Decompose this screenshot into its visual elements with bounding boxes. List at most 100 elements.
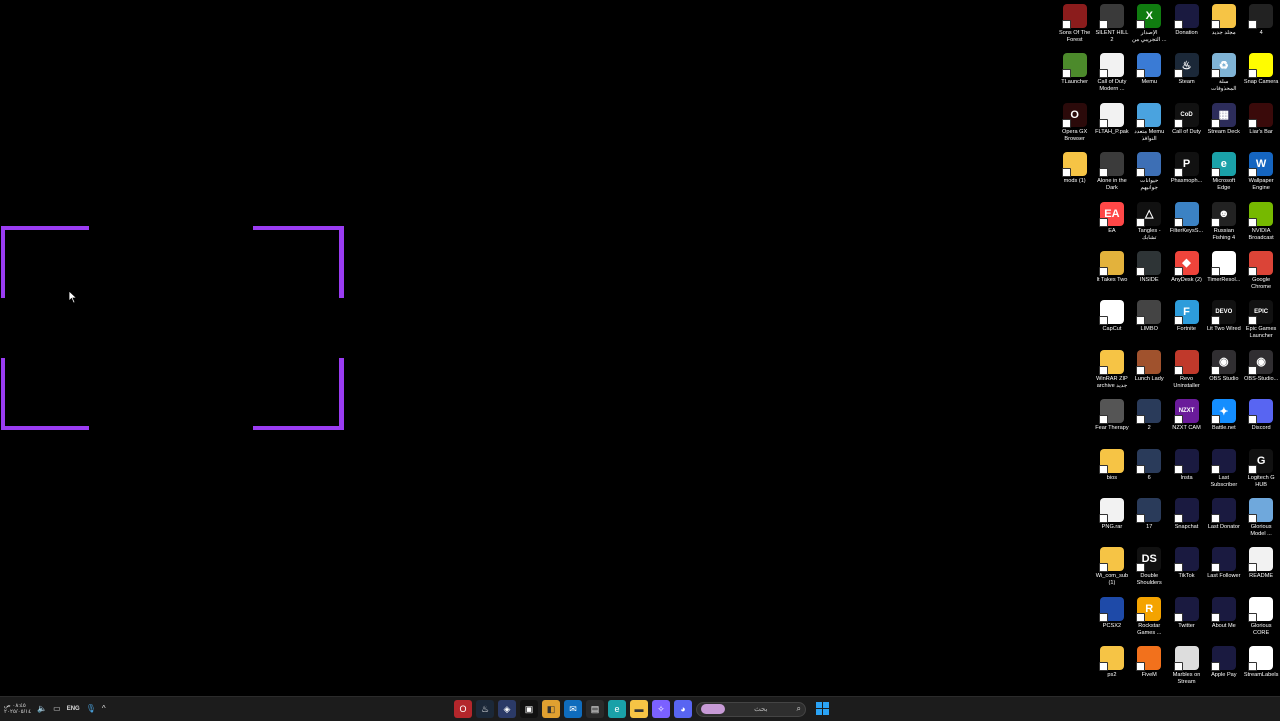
desktop-icon[interactable]: FiveM xyxy=(1131,644,1168,693)
desktop-icon[interactable]: 17 xyxy=(1131,496,1168,545)
desktop-icon[interactable]: PCSX2 xyxy=(1093,595,1130,644)
desktop-icon[interactable]: Last Follower xyxy=(1205,545,1242,594)
desktop-icon[interactable]: X الإصدار التجريبي من ... xyxy=(1131,2,1168,51)
desktop-icon[interactable]: Snapchat xyxy=(1168,496,1205,545)
desktop-icon[interactable]: Lunch Lady xyxy=(1131,348,1168,397)
desktop-icon[interactable]: Sons Of The Forest xyxy=(1056,2,1093,51)
desktop-icon[interactable]: CapCut xyxy=(1093,298,1130,347)
desktop-icon[interactable]: It Takes Two xyxy=(1093,249,1130,298)
desktop-icon[interactable]: ◆ AnyDesk (2) xyxy=(1168,249,1205,298)
desktop-icon[interactable]: CoD Call of Duty xyxy=(1168,101,1205,150)
desktop-icon[interactable]: ◉ OBS Studio xyxy=(1205,348,1242,397)
app-taskbar-icon[interactable]: ◈ xyxy=(498,700,516,718)
desktop-icon[interactable]: EPIC Epic Games Launcher xyxy=(1242,298,1279,347)
desktop-icon[interactable]: ✦ Battle.net xyxy=(1205,397,1242,446)
desktop-icon[interactable]: O Opera GX Browser xyxy=(1056,101,1093,150)
desktop-icon[interactable]: NZXT NZXT CAM xyxy=(1168,397,1205,446)
capcut-icon xyxy=(1098,300,1124,326)
desktop-icon[interactable]: Wi_com_sub (1) xyxy=(1093,545,1130,594)
desktop-icon[interactable]: حيوانات جوانيهم xyxy=(1131,150,1168,199)
desktop-icon[interactable]: Last Subscriber xyxy=(1205,447,1242,496)
desktop-icon[interactable]: StreamLabels xyxy=(1242,644,1279,693)
desktop-icon[interactable]: P Phasmoph... xyxy=(1168,150,1205,199)
desktop-icon[interactable]: Donation xyxy=(1168,2,1205,51)
desktop-icon[interactable]: DS Double Shoulders xyxy=(1131,545,1168,594)
desktop-icon[interactable]: F Fortnite xyxy=(1168,298,1205,347)
desktop-icon[interactable]: WinRAR ZIP archive جديد xyxy=(1093,348,1130,397)
desktop-icon[interactable]: PNG.rar xyxy=(1093,496,1130,545)
desktop-icon[interactable]: Google Chrome xyxy=(1242,249,1279,298)
desktop-icon[interactable]: Marbles on Stream xyxy=(1168,644,1205,693)
desktop-icon[interactable]: W Wallpaper Engine xyxy=(1242,150,1279,199)
search-box[interactable]: ⌕ بحث xyxy=(696,701,806,717)
desktop-icon[interactable]: About Me xyxy=(1205,595,1242,644)
copilot-taskbar-icon[interactable]: ✧ xyxy=(652,700,670,718)
file-explorer-taskbar-icon[interactable]: ▬ xyxy=(630,700,648,718)
store-taskbar-icon[interactable]: ▤ xyxy=(586,700,604,718)
desktop-icon[interactable]: Call of Duty Modern ... xyxy=(1093,51,1130,100)
discord-taskbar-icon[interactable]: ◕ xyxy=(674,700,692,718)
game-icon: ☻ xyxy=(1210,201,1236,227)
desktop-icon[interactable]: FLTAH_P.pak xyxy=(1093,101,1130,150)
desktop-icon[interactable]: FilterKeysS... xyxy=(1168,200,1205,249)
capcut-taskbar-icon[interactable]: ▣ xyxy=(520,700,538,718)
start-button[interactable] xyxy=(816,702,830,716)
desktop-icon[interactable]: 6 xyxy=(1131,447,1168,496)
desktop-icon[interactable]: SILENT HILL 2 xyxy=(1093,2,1130,51)
volume-icon[interactable]: 🔈 xyxy=(37,705,47,713)
desktop-icon[interactable]: Fear Therapy xyxy=(1093,397,1130,446)
desktop-icon[interactable]: Revo Uninstaller xyxy=(1168,348,1205,397)
desktop-icon[interactable]: e Microsoft Edge xyxy=(1205,150,1242,199)
desktop-icon[interactable]: △ Tangles - تشابك xyxy=(1131,200,1168,249)
app-taskbar-icon[interactable]: ◧ xyxy=(542,700,560,718)
chevron-up-icon[interactable]: ^ xyxy=(102,705,106,713)
desktop[interactable]: Sons Of The Forest SILENT HILL 2 X الإصدار … xyxy=(0,0,1280,696)
desktop-icon[interactable]: TLauncher xyxy=(1056,51,1093,100)
desktop-icon[interactable]: ◉ OBS-Studio... xyxy=(1242,348,1279,397)
desktop-icon[interactable]: ♻ سلة المحذوفات xyxy=(1205,51,1242,100)
network-icon[interactable]: ▭ xyxy=(53,705,61,713)
desktop-icon[interactable]: ▦ Stream Deck xyxy=(1205,101,1242,150)
desktop-icon[interactable]: Glorious CORE xyxy=(1242,595,1279,644)
ds-icon: DS xyxy=(1136,547,1162,573)
desktop-icon[interactable]: Memu xyxy=(1131,51,1168,100)
desktop-icon[interactable]: TikTok xyxy=(1168,545,1205,594)
desktop-icon[interactable]: Apple Pay xyxy=(1205,644,1242,693)
edge-taskbar-icon[interactable]: e xyxy=(608,700,626,718)
desktop-icon[interactable]: Alone in the Dark xyxy=(1093,150,1130,199)
desktop-icon[interactable]: mods (1) xyxy=(1056,150,1093,199)
desktop-icon[interactable]: ps2 xyxy=(1093,644,1130,693)
desktop-icon[interactable]: Discord xyxy=(1242,397,1279,446)
desktop-icon[interactable]: bios xyxy=(1093,447,1130,496)
microphone-icon[interactable]: 🎙 xyxy=(86,705,96,713)
desktop-icon[interactable]: Glorious Model ... xyxy=(1242,496,1279,545)
desktop-icon[interactable]: R Rockstar Games ... xyxy=(1131,595,1168,644)
steam-taskbar-icon[interactable]: ♨ xyxy=(476,700,494,718)
desktop-icon[interactable]: Liar's Bar xyxy=(1242,101,1279,150)
desktop-icon[interactable]: مجلد جديد xyxy=(1205,2,1242,51)
mail-taskbar-icon[interactable]: ✉ xyxy=(564,700,582,718)
opera-gx-taskbar-icon[interactable]: O xyxy=(454,700,472,718)
desktop-icon[interactable]: G Logitech G HUB xyxy=(1242,447,1279,496)
desktop-icon[interactable]: ☻ Russian Fishing 4 xyxy=(1205,200,1242,249)
empty-grid-slot xyxy=(1056,397,1093,446)
desktop-icon-label: bios xyxy=(1106,474,1118,481)
desktop-icon[interactable]: TimerResol... xyxy=(1205,249,1242,298)
language-indicator[interactable]: ENG xyxy=(67,706,80,712)
desktop-icon[interactable]: 4 xyxy=(1242,2,1279,51)
desktop-icon[interactable]: EA EA xyxy=(1093,200,1130,249)
desktop-icon[interactable]: Last Donator xyxy=(1205,496,1242,545)
desktop-icon[interactable]: Twitter xyxy=(1168,595,1205,644)
desktop-icon[interactable]: متعدد Memu النوافذ xyxy=(1131,101,1168,150)
desktop-icon[interactable]: README xyxy=(1242,545,1279,594)
desktop-icon[interactable]: DEVO Lit Two Wired xyxy=(1205,298,1242,347)
clock[interactable]: ٠٨:٤٥ ص ٢٠٢٥/٠٥/١٤ xyxy=(4,703,31,716)
desktop-icon[interactable]: Insta xyxy=(1168,447,1205,496)
mouse-cursor-icon xyxy=(68,290,78,304)
desktop-icon[interactable]: 2 xyxy=(1131,397,1168,446)
desktop-icon[interactable]: INSIDE xyxy=(1131,249,1168,298)
desktop-icon[interactable]: LIMBO xyxy=(1131,298,1168,347)
desktop-icon[interactable]: Snap Camera xyxy=(1242,51,1279,100)
desktop-icon[interactable]: NVIDIA Broadcast xyxy=(1242,200,1279,249)
desktop-icon[interactable]: ♨ Steam xyxy=(1168,51,1205,100)
